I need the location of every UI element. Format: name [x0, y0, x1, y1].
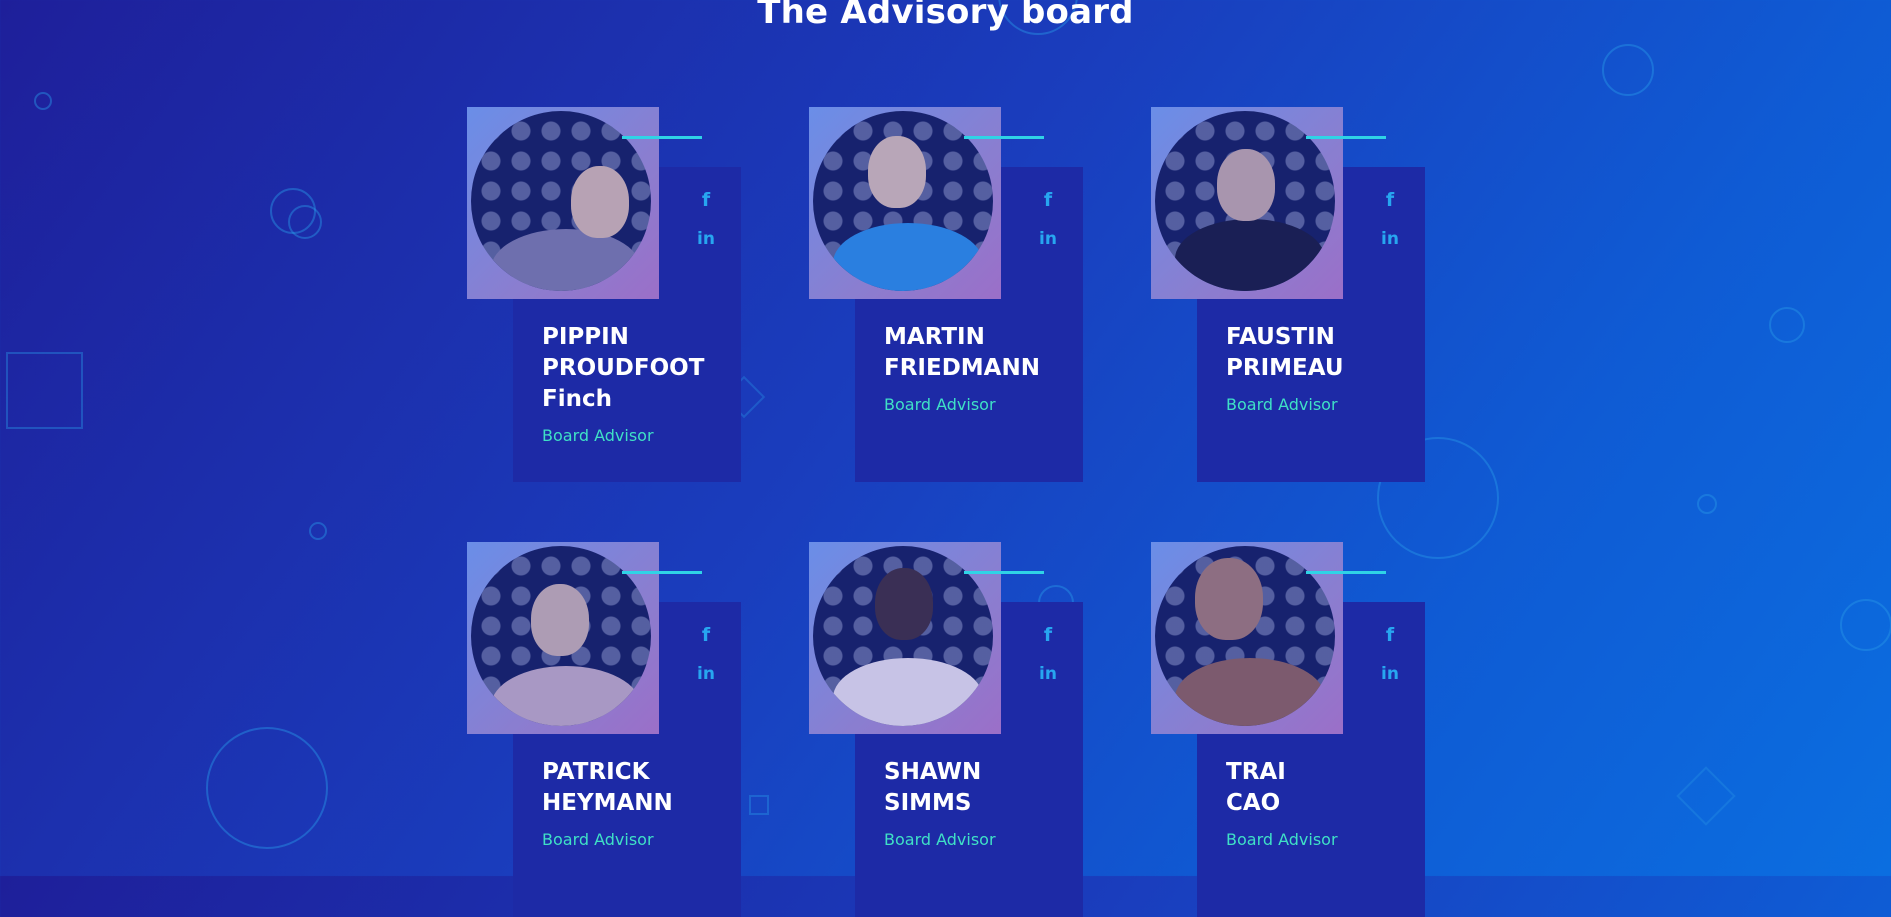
background-circle	[1697, 494, 1717, 514]
accent-line	[622, 136, 702, 139]
avatar-head	[868, 136, 926, 208]
background-circle	[206, 727, 328, 849]
advisor-role: Board Advisor	[1226, 830, 1338, 849]
advisor-name-line: MARTIN	[884, 324, 985, 350]
advisor-card: f in PIPPIN PROUDFOOT Finch Board Adviso…	[467, 107, 752, 482]
avatar-head	[531, 584, 589, 656]
advisor-name-line: TRAI	[1226, 759, 1286, 785]
background-circle	[1840, 599, 1891, 651]
avatar-body	[833, 223, 983, 291]
accent-line	[964, 136, 1044, 139]
linkedin-icon[interactable]: in	[1036, 664, 1060, 684]
linkedin-icon[interactable]: in	[1378, 229, 1402, 249]
avatar-body	[1175, 219, 1325, 291]
background-circle	[34, 92, 52, 110]
advisor-card: f in TRAI CAO Board Advisor	[1151, 542, 1436, 917]
advisor-role: Board Advisor	[1226, 395, 1338, 414]
avatar-body	[491, 666, 641, 726]
advisor-role: Board Advisor	[884, 830, 996, 849]
advisor-name-line: FRIEDMANN	[884, 355, 1040, 381]
facebook-icon[interactable]: f	[1036, 624, 1060, 646]
accent-line	[1306, 571, 1386, 574]
avatar-body	[1175, 658, 1325, 726]
advisor-card: f in MARTIN FRIEDMANN Board Advisor	[809, 107, 1094, 482]
linkedin-icon[interactable]: in	[1036, 229, 1060, 249]
facebook-icon[interactable]: f	[1378, 624, 1402, 646]
linkedin-icon[interactable]: in	[1378, 664, 1402, 684]
avatar-head	[1195, 558, 1263, 640]
advisor-name: PATRICK HEYMANN	[542, 757, 732, 819]
background-square	[749, 795, 769, 815]
background-circle	[309, 522, 327, 540]
advisor-role: Board Advisor	[542, 426, 654, 445]
background-square	[6, 352, 83, 429]
advisor-name: PIPPIN PROUDFOOT Finch	[542, 322, 732, 415]
avatar-body	[491, 229, 641, 291]
advisor-name: MARTIN FRIEDMANN	[884, 322, 1074, 384]
facebook-icon[interactable]: f	[694, 189, 718, 211]
background-diamond	[1676, 766, 1736, 826]
avatar-head	[571, 166, 629, 238]
background-circle	[288, 205, 322, 239]
advisor-name-line: HEYMANN	[542, 790, 673, 816]
advisor-name-line: PIPPIN	[542, 324, 629, 350]
linkedin-icon[interactable]: in	[694, 664, 718, 684]
advisor-name: TRAI CAO	[1226, 757, 1416, 819]
advisor-name-line: SHAWN	[884, 759, 982, 785]
advisor-card: f in SHAWN SIMMS Board Advisor	[809, 542, 1094, 917]
advisor-role: Board Advisor	[542, 830, 654, 849]
advisor-role: Board Advisor	[884, 395, 996, 414]
advisor-name-line: PROUDFOOT	[542, 355, 705, 381]
advisor-name-line: CAO	[1226, 790, 1281, 816]
accent-line	[964, 571, 1044, 574]
background-circle	[270, 188, 316, 234]
facebook-icon[interactable]: f	[694, 624, 718, 646]
avatar-body	[833, 658, 983, 726]
accent-line	[1306, 136, 1386, 139]
background-circle	[1602, 44, 1654, 96]
avatar-head	[1217, 149, 1275, 221]
linkedin-icon[interactable]: in	[694, 229, 718, 249]
advisor-name-line: SIMMS	[884, 790, 972, 816]
advisor-name: SHAWN SIMMS	[884, 757, 1074, 819]
background-circle	[1769, 307, 1805, 343]
advisor-name-line: PATRICK	[542, 759, 650, 785]
section-title: The Advisory board	[757, 0, 1134, 32]
advisor-name-line: Finch	[542, 386, 612, 412]
accent-line	[622, 571, 702, 574]
advisor-card: f in PATRICK HEYMANN Board Advisor	[467, 542, 752, 917]
facebook-icon[interactable]: f	[1378, 189, 1402, 211]
advisor-name-line: FAUSTIN	[1226, 324, 1335, 350]
advisor-name-line: PRIMEAU	[1226, 355, 1344, 381]
facebook-icon[interactable]: f	[1036, 189, 1060, 211]
advisor-name: FAUSTIN PRIMEAU	[1226, 322, 1416, 384]
advisor-card: f in FAUSTIN PRIMEAU Board Advisor	[1151, 107, 1436, 482]
avatar-head	[875, 568, 933, 640]
